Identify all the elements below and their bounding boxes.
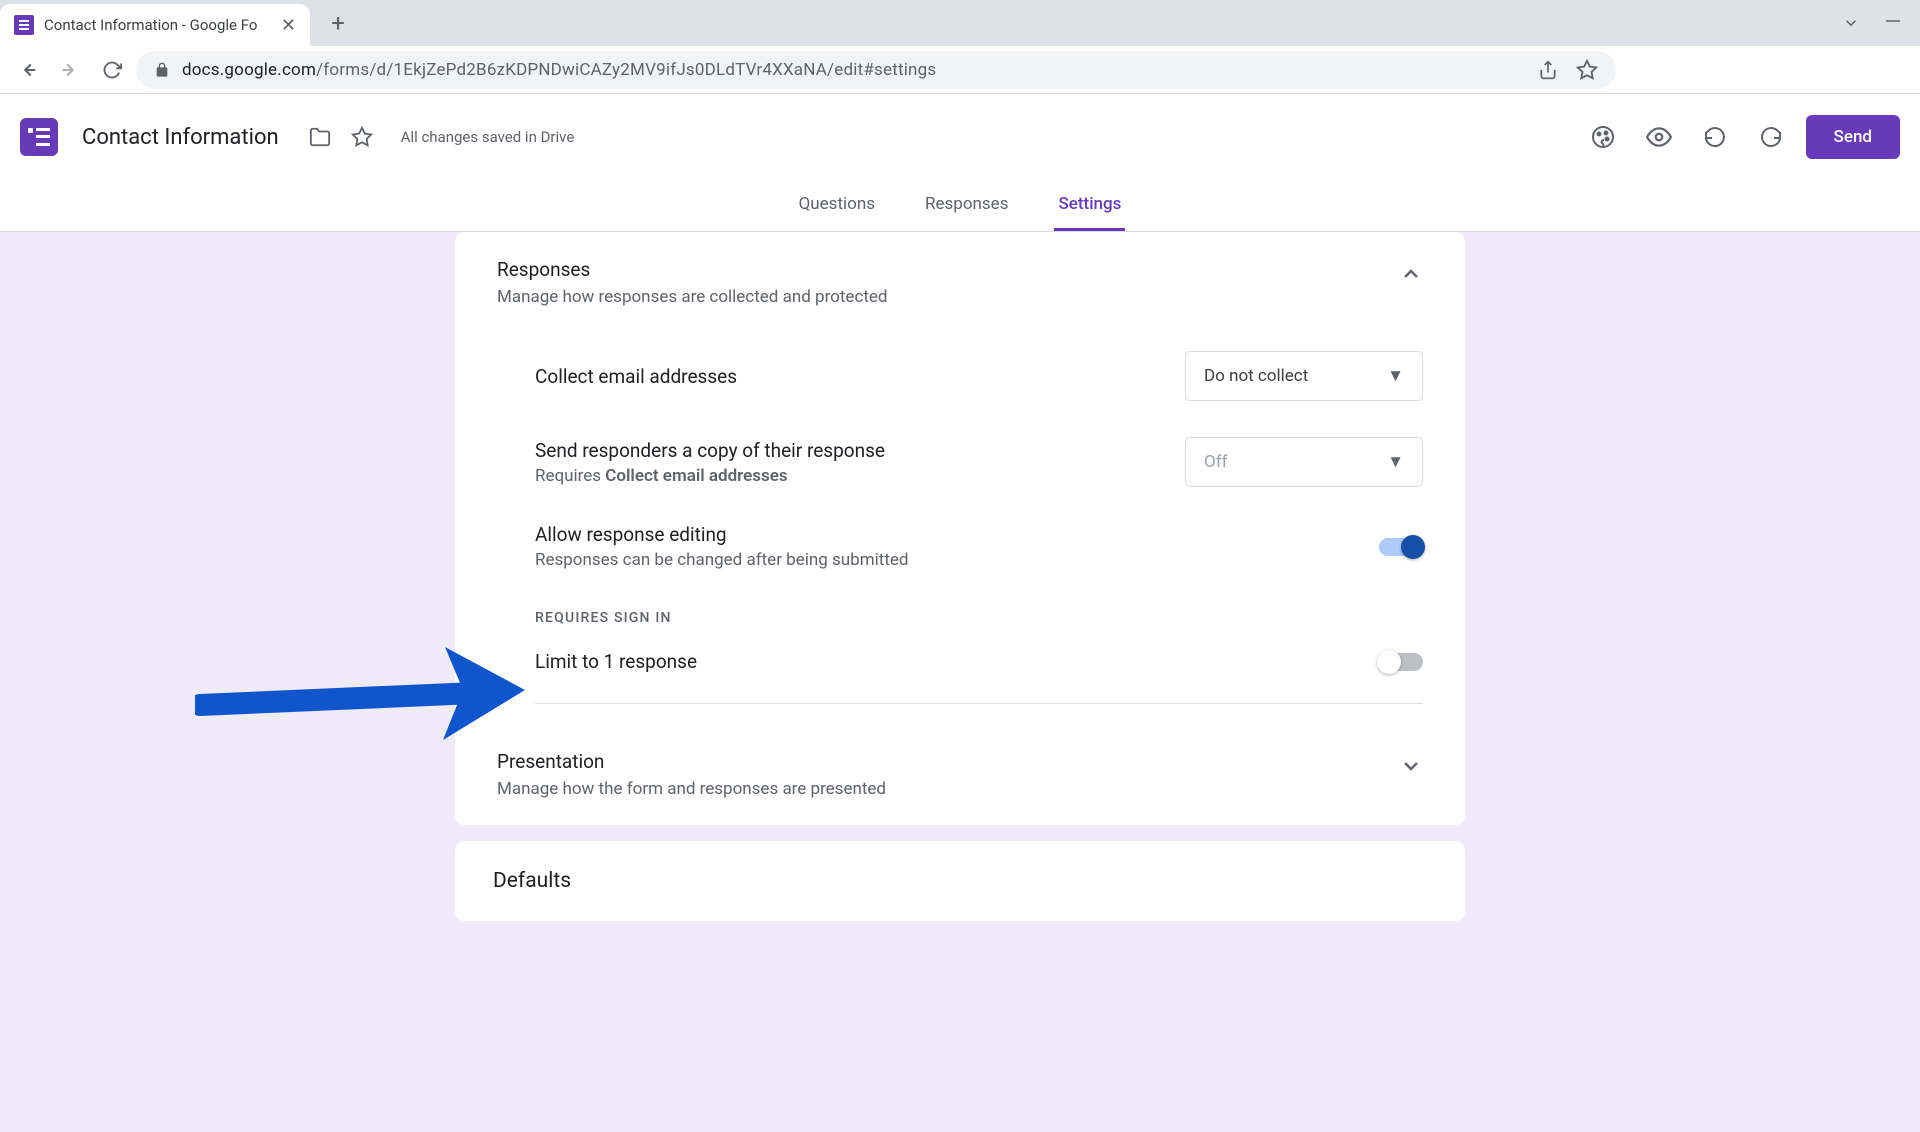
undo-button[interactable]: [1694, 116, 1736, 158]
send-copy-label: Send responders a copy of their response: [535, 439, 1185, 462]
allow-edit-toggle[interactable]: [1379, 538, 1423, 556]
customize-theme-button[interactable]: [1582, 116, 1624, 158]
limit-response-label: Limit to 1 response: [535, 650, 1379, 673]
redo-button[interactable]: [1750, 116, 1792, 158]
allow-edit-label: Allow response editing: [535, 523, 1379, 546]
send-copy-dropdown: Off ▼: [1185, 437, 1423, 487]
tab-title: Contact Information - Google Fo: [44, 16, 271, 34]
defaults-section[interactable]: Defaults: [455, 841, 1465, 921]
preview-button[interactable]: [1638, 116, 1680, 158]
move-to-folder-button[interactable]: [299, 116, 341, 158]
dropdown-value: Off: [1204, 452, 1228, 472]
defaults-title: Defaults: [493, 869, 1427, 893]
back-button[interactable]: [10, 52, 46, 88]
chevron-down-icon[interactable]: [1842, 14, 1860, 32]
lock-icon: [154, 62, 170, 78]
url-text: docs.google.com/forms/d/1EkjZePd2B6zKDPN…: [182, 60, 936, 80]
forward-button[interactable]: [52, 52, 88, 88]
section-subtitle: Manage how responses are collected and p…: [497, 287, 888, 307]
url-bar[interactable]: docs.google.com/forms/d/1EkjZePd2B6zKDPN…: [136, 51, 1616, 89]
allow-edit-sub: Responses can be changed after being sub…: [535, 550, 1379, 570]
limit-response-toggle[interactable]: [1379, 653, 1423, 671]
minimize-icon[interactable]: [1886, 14, 1900, 32]
caret-down-icon: ▼: [1387, 452, 1404, 472]
divider: [535, 703, 1423, 704]
section-subtitle: Manage how the form and responses are pr…: [497, 779, 886, 799]
send-button[interactable]: Send: [1806, 115, 1900, 159]
share-icon[interactable]: [1538, 60, 1558, 80]
presentation-section-header[interactable]: Presentation Manage how the form and res…: [497, 750, 1423, 799]
tab-responses[interactable]: Responses: [921, 180, 1012, 231]
section-title: Presentation: [497, 750, 886, 773]
chevron-down-icon: [1399, 750, 1423, 778]
chevron-up-icon: [1399, 258, 1423, 286]
collect-email-dropdown[interactable]: Do not collect ▼: [1185, 351, 1423, 401]
tab-questions[interactable]: Questions: [795, 180, 879, 231]
caret-down-icon: ▼: [1387, 366, 1404, 386]
dropdown-value: Do not collect: [1204, 366, 1308, 386]
new-tab-button[interactable]: +: [320, 5, 356, 41]
collect-email-label: Collect email addresses: [535, 365, 1185, 388]
requires-signin-heading: REQUIRES SIGN IN: [535, 588, 1423, 632]
star-icon[interactable]: [1576, 59, 1598, 81]
browser-tab[interactable]: Contact Information - Google Fo ✕: [0, 4, 310, 46]
save-status: All changes saved in Drive: [401, 128, 575, 146]
section-title: Responses: [497, 258, 888, 281]
forms-logo-icon[interactable]: [20, 118, 58, 156]
document-title[interactable]: Contact Information: [82, 125, 279, 150]
forms-favicon-icon: [14, 15, 34, 35]
reload-button[interactable]: [94, 52, 130, 88]
responses-section-header[interactable]: Responses Manage how responses are colle…: [497, 258, 1423, 307]
star-document-button[interactable]: [341, 116, 383, 158]
tab-settings[interactable]: Settings: [1054, 180, 1125, 231]
close-tab-icon[interactable]: ✕: [281, 15, 296, 36]
send-copy-requirement: Requires Collect email addresses: [535, 466, 1185, 486]
